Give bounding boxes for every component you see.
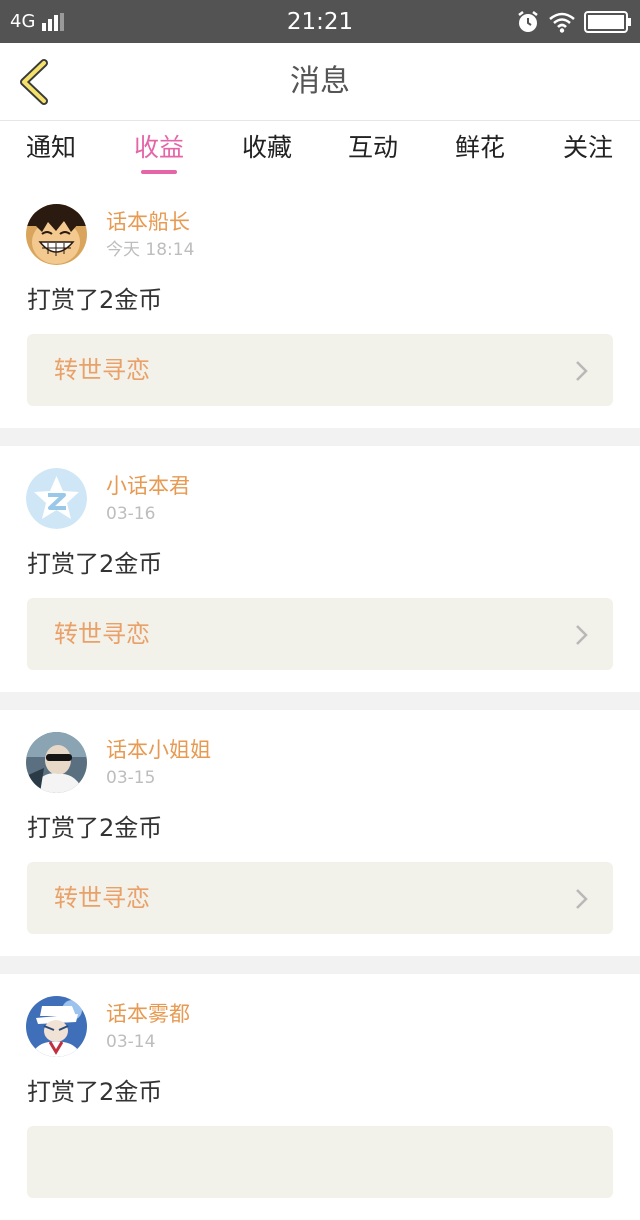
work-title: 转世寻恋 [54,356,150,384]
timestamp: 今天 18:14 [106,240,195,260]
wifi-icon [549,12,575,33]
tab-flowers[interactable]: 鲜花 [451,133,509,173]
tab-label: 收藏 [241,133,292,162]
work-link[interactable]: 转世寻恋 [27,598,613,670]
page-title: 消息 [290,64,350,99]
message-text: 打赏了2金币 [27,814,163,842]
luffy-avatar[interactable] [26,204,87,265]
alarm-icon [518,11,538,32]
message-card: 话本小姐姐 03-15 打赏了2金币 转世寻恋 [0,710,640,956]
work-link[interactable] [27,1126,613,1198]
username[interactable]: 小话本君 [106,474,190,498]
status-bar: 4G 21:21 [0,0,640,43]
tab-label: 鲜花 [454,133,505,162]
message-card: 小话本君 03-16 打赏了2金币 转世寻恋 [0,446,640,692]
chevron-right-icon [576,889,588,909]
timestamp: 03-15 [106,768,156,788]
work-title: 转世寻恋 [54,884,150,912]
tab-favorites[interactable]: 收藏 [238,133,296,173]
tab-label: 互动 [347,133,398,162]
message-card: 话本船长 今天 18:14 打赏了2金币 转世寻恋 [0,182,640,428]
tab-following[interactable]: 关注 [559,133,617,173]
header: 消息 [0,43,640,121]
message-card: 话本雾都 03-14 打赏了2金币 [0,974,640,1220]
message-text: 打赏了2金币 [27,550,163,578]
clock: 21:21 [286,9,354,35]
z-star-avatar[interactable] [26,468,87,529]
timestamp: 03-16 [106,504,156,524]
tab-label: 通知 [25,133,76,162]
username[interactable]: 话本船长 [106,210,190,234]
tab-bar: 通知 收益 收藏 互动 鲜花 关注 [0,121,640,181]
card-divider [0,956,640,974]
work-title: 转世寻恋 [54,620,150,648]
active-tab-indicator [141,170,177,174]
tab-label: 收益 [133,133,184,162]
username[interactable]: 话本小姐姐 [106,738,211,762]
chevron-right-icon [576,625,588,645]
tab-label: 关注 [562,133,613,162]
work-link[interactable]: 转世寻恋 [27,862,613,934]
tab-earnings[interactable]: 收益 [130,133,188,174]
card-divider [0,428,640,446]
timestamp: 03-14 [106,1032,156,1052]
chevron-right-icon [576,361,588,381]
card-divider [0,692,640,710]
message-text: 打赏了2金币 [27,1078,163,1106]
battery-icon [584,11,631,33]
message-text: 打赏了2金币 [27,286,163,314]
photo-avatar[interactable] [26,732,87,793]
work-link[interactable]: 转世寻恋 [27,334,613,406]
username[interactable]: 话本雾都 [106,1002,190,1026]
anime-avatar[interactable] [26,996,87,1057]
tab-notifications[interactable]: 通知 [22,133,80,173]
tab-interactions[interactable]: 互动 [344,133,402,173]
